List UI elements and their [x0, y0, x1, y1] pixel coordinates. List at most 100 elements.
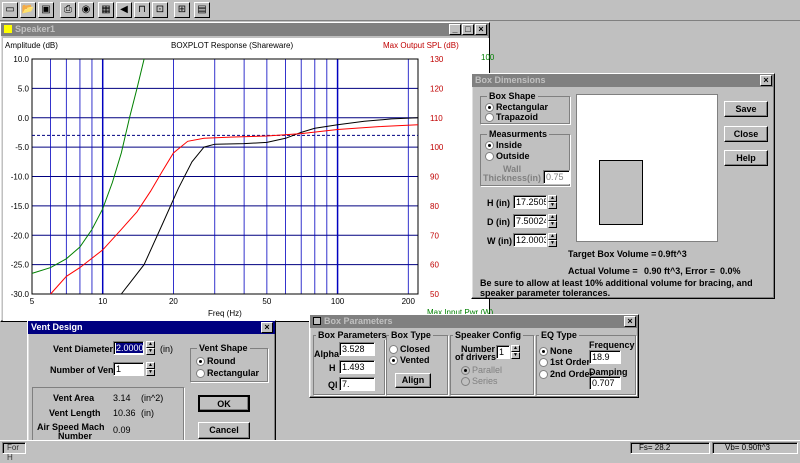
- box-parameters-icon: [313, 317, 321, 325]
- vent-results-panel: Vent Area 3.14 (in^2) Vent Length 10.36 …: [32, 387, 184, 441]
- y-tick-label: -15.0: [11, 202, 30, 211]
- target-volume-label: Target Box Volume =: [568, 249, 657, 259]
- x-tick-label: 5: [30, 297, 35, 306]
- w-label: W (in): [487, 236, 512, 246]
- eq-second-order-radio[interactable]: 2nd Order: [539, 369, 593, 380]
- radio-icon: [389, 345, 398, 355]
- target-volume-value: 0.9ft^3: [658, 249, 687, 259]
- minimize-button[interactable]: _: [449, 24, 461, 35]
- box-params-group: Box Parameters Alpha 3.528 H 1.493 Ql 7.: [313, 330, 389, 395]
- radio-icon: [485, 103, 494, 113]
- box-type-group: Box Type Closed Vented Align: [386, 330, 448, 395]
- speaker-window-icon: [4, 25, 12, 33]
- eq-type-label: EQ Type: [539, 330, 579, 340]
- new-icon[interactable]: ▭: [2, 2, 18, 18]
- radio-icon: [539, 358, 548, 368]
- filter-icon[interactable]: ▤: [194, 2, 210, 18]
- x-tick-label: 20: [169, 297, 178, 306]
- y2-tick-label: 100: [430, 143, 444, 152]
- round-radio[interactable]: Round: [196, 356, 236, 367]
- vented-radio[interactable]: Vented: [389, 355, 430, 366]
- ok-button[interactable]: OK: [198, 395, 250, 412]
- inside-radio[interactable]: Inside: [485, 140, 522, 151]
- eq-first-order-radio[interactable]: 1st Order: [539, 357, 590, 368]
- drivers-spinner[interactable]: ▲ ▼: [511, 345, 520, 359]
- closed-radio[interactable]: Closed: [389, 344, 430, 355]
- find-icon[interactable]: ◉: [78, 2, 94, 18]
- rectangular-vent-radio[interactable]: Rectangular: [196, 368, 259, 379]
- radio-icon: [461, 366, 470, 376]
- rectangular-radio[interactable]: Rectangular: [485, 102, 548, 113]
- h-param-input[interactable]: 1.493: [339, 360, 375, 374]
- alpha-input[interactable]: 3.528: [339, 342, 375, 356]
- box-parameters-title-bar[interactable]: Box Parameters ×: [310, 315, 638, 328]
- close-button[interactable]: ×: [475, 24, 487, 35]
- save-icon[interactable]: ▣: [38, 2, 54, 18]
- outside-radio[interactable]: Outside: [485, 151, 530, 162]
- y2-tick-label: 70: [430, 231, 439, 240]
- damping-input[interactable]: 0.707: [589, 376, 621, 390]
- status-vb: Vb= 0.90ft^3: [712, 442, 798, 454]
- y2-tick-label: 80: [430, 202, 439, 211]
- speaker-title-bar[interactable]: Speaker1 _ □ ×: [1, 23, 489, 36]
- vent-icon[interactable]: ⊓: [134, 2, 150, 18]
- close-dialog-button[interactable]: Close: [724, 126, 768, 142]
- height-spinner[interactable]: ▲ ▼: [548, 195, 557, 209]
- freq-axis-label: Freq (Hz): [208, 309, 242, 318]
- actual-volume-value: 0.90 ft^3, Error =: [644, 266, 716, 276]
- drivers-input[interactable]: 1: [496, 345, 510, 359]
- eq-none-radio[interactable]: None: [539, 346, 573, 357]
- vent-diameter-input[interactable]: 2.0000: [113, 341, 144, 355]
- mach-value: 0.09: [113, 425, 131, 435]
- close-button[interactable]: ×: [760, 75, 772, 86]
- radio-icon: [485, 113, 494, 123]
- cancel-button[interactable]: Cancel: [198, 422, 250, 439]
- depth-input[interactable]: 7.50024: [513, 214, 547, 228]
- tool-icon[interactable]: ⊡: [152, 2, 168, 18]
- vent-area-value: 3.14: [113, 393, 131, 403]
- speaker-window-title: Speaker1: [15, 24, 56, 34]
- vent-diameter-value: 2.0000: [116, 343, 144, 353]
- box-parameters-dialog: Box Parameters × Box Parameters Alpha 3.…: [309, 314, 639, 398]
- h-param-label: H: [329, 363, 336, 373]
- drivers-label-2: of drivers: [455, 352, 497, 362]
- depth-spinner[interactable]: ▲ ▼: [548, 214, 557, 228]
- y2-tick-label: 50: [430, 290, 439, 299]
- radio-icon: [539, 370, 548, 380]
- parallel-radio[interactable]: Parallel: [461, 365, 502, 376]
- eq-type-group: EQ Type None 1st Order 2nd Order Frequen…: [536, 330, 636, 395]
- vent-diameter-spinner[interactable]: ▲ ▼: [146, 341, 155, 355]
- help-button[interactable]: Help: [724, 150, 768, 166]
- close-button[interactable]: ×: [261, 322, 273, 333]
- width-input[interactable]: 12.0003: [513, 233, 547, 247]
- y-tick-label: -10.0: [11, 173, 30, 182]
- open-icon[interactable]: 📂: [20, 2, 36, 18]
- save-button[interactable]: Save: [724, 101, 768, 117]
- width-spinner[interactable]: ▲ ▼: [548, 233, 557, 247]
- frequency-input[interactable]: 18.9: [589, 350, 621, 364]
- box-icon[interactable]: ▦: [98, 2, 114, 18]
- maximize-button[interactable]: □: [462, 24, 474, 35]
- ql-input[interactable]: 7.: [339, 377, 375, 391]
- vent-design-title-bar[interactable]: Vent Design ×: [28, 321, 275, 334]
- number-of-vents-spinner[interactable]: ▲ ▼: [146, 362, 155, 376]
- amplitude-axis-label: Amplitude (dB): [5, 41, 58, 50]
- box-shape-drawing: [599, 160, 643, 225]
- align-button[interactable]: Align: [395, 373, 431, 388]
- number-of-vents-input[interactable]: 1: [113, 362, 144, 376]
- radio-icon: [485, 141, 494, 151]
- box-dimensions-title-bar[interactable]: Box Dimensions ×: [472, 74, 774, 87]
- close-button[interactable]: ×: [624, 316, 636, 327]
- tolerance-note: Be sure to allow at least 10% additional…: [480, 278, 753, 298]
- wall-thickness-input[interactable]: 0.75: [543, 170, 570, 184]
- print-icon[interactable]: ⎙: [60, 2, 76, 18]
- vent-length-unit: (in): [141, 408, 154, 418]
- height-input[interactable]: 17.2505: [513, 195, 547, 209]
- status-bar: For H Fs= 28.2 Vb= 0.90ft^3: [0, 440, 800, 462]
- vent-area-label: Vent Area: [53, 393, 95, 403]
- speaker-icon[interactable]: ◀: [116, 2, 132, 18]
- series-radio[interactable]: Series: [461, 376, 498, 387]
- chart-icon[interactable]: ⊞: [174, 2, 190, 18]
- trapazoid-radio[interactable]: Trapazoid: [485, 112, 538, 123]
- box-preview: [576, 94, 718, 242]
